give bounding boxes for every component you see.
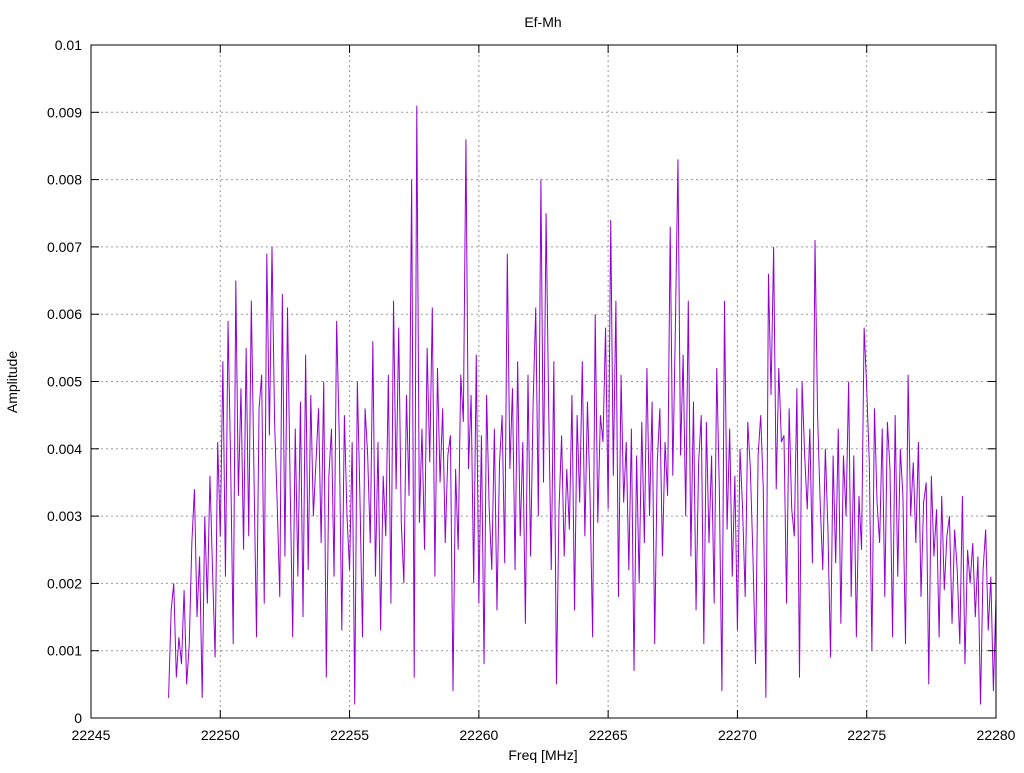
y-tick-label: 0.008 [47,172,82,188]
y-tick-label: 0.005 [47,374,82,390]
chart-title: Ef-Mh [524,14,561,30]
y-tick-label: 0.006 [47,306,82,322]
x-tick-label: 22270 [718,727,757,743]
y-tick-label: 0.01 [55,37,82,53]
series-layer [168,105,997,705]
grid-layer [91,45,996,718]
y-tick-label: 0.002 [47,575,82,591]
chart: 22245 22250 22255 22260 22265 22270 22275 22280… [0,0,1024,768]
x-tick-label: 22245 [72,727,111,743]
y-tick-label: 0.004 [47,441,82,457]
x-tick-label: 22255 [330,727,369,743]
y-tick-label: 0.009 [47,104,82,120]
x-axis-label: Freq [MHz] [508,747,577,763]
chart-svg: 22245 22250 22255 22260 22265 22270 22275 22280… [4,14,1016,763]
x-tick-label: 22260 [459,727,498,743]
y-tick-label: 0.001 [47,643,82,659]
x-tick-label: 22250 [201,727,240,743]
x-tick-label: 22265 [589,727,628,743]
y-tick-label: 0 [74,710,82,726]
y-tick-label: 0.007 [47,239,82,255]
x-tick-label: 22275 [847,727,886,743]
label-layer: 22245 22250 22255 22260 22265 22270 22275 22280… [47,37,1016,743]
series-line [168,105,997,705]
x-tick-label: 22280 [977,727,1016,743]
y-tick-label: 0.003 [47,508,82,524]
y-axis-label: Amplitude [4,351,20,413]
